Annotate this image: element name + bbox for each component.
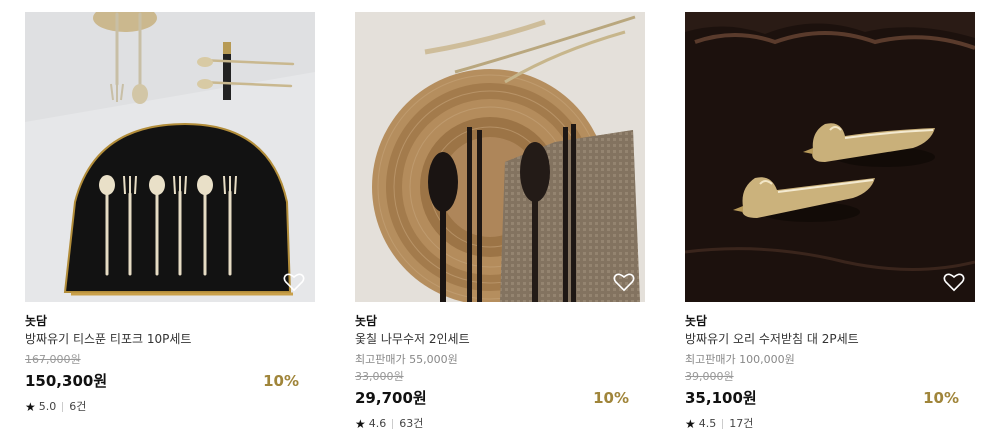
- divider: [392, 419, 394, 429]
- original-price: 167,000원: [25, 353, 81, 366]
- product-image[interactable]: [355, 12, 645, 302]
- product-image[interactable]: [685, 12, 975, 302]
- product-photo: [685, 12, 975, 302]
- product-photo: [25, 12, 315, 302]
- sale-price: 35,100원: [685, 389, 757, 407]
- original-price: 33,000원: [355, 370, 404, 383]
- star-icon: ★: [25, 400, 36, 414]
- review-count: 17건: [729, 417, 754, 430]
- product-photo: [355, 12, 645, 302]
- rating-value: 4.6: [368, 417, 387, 430]
- rating-value: 4.5: [698, 417, 717, 430]
- discount-rate: 10%: [263, 372, 299, 390]
- discount-rate: 10%: [923, 389, 959, 407]
- rating-summary: ★ 5.0 6건: [25, 400, 315, 414]
- product-name[interactable]: 방짜유기 오리 수저받침 대 2P세트: [685, 332, 975, 347]
- review-count: 6건: [69, 400, 87, 413]
- reference-price: 최고판매가 55,000원: [355, 353, 458, 366]
- heart-outline-icon[interactable]: [613, 272, 635, 292]
- product-name[interactable]: 방짜유기 티스푼 티포크 10P세트: [25, 332, 315, 347]
- divider: [62, 402, 64, 412]
- rating-summary: ★ 4.6 63건: [355, 417, 645, 431]
- product-card[interactable]: 놋담 방짜유기 오리 수저받침 대 2P세트 최고판매가 100,000원 39…: [685, 12, 975, 431]
- sale-price: 150,300원: [25, 372, 108, 390]
- brand-name: 놋담: [685, 314, 708, 328]
- review-count: 63건: [399, 417, 424, 430]
- reference-price: 최고판매가 100,000원: [685, 353, 795, 366]
- original-price: 39,000원: [685, 370, 734, 383]
- product-image[interactable]: [25, 12, 315, 302]
- product-card[interactable]: 놋담 옻칠 나무수저 2인세트 최고판매가 55,000원 33,000원 29…: [355, 12, 645, 431]
- heart-outline-icon[interactable]: [943, 272, 965, 292]
- star-icon: ★: [685, 417, 696, 431]
- divider: [722, 419, 724, 429]
- brand-name: 놋담: [25, 314, 48, 328]
- heart-outline-icon[interactable]: [283, 272, 305, 292]
- rating-summary: ★ 4.5 17건: [685, 417, 975, 431]
- discount-rate: 10%: [593, 389, 629, 407]
- sale-price: 29,700원: [355, 389, 427, 407]
- rating-value: 5.0: [38, 400, 57, 413]
- star-icon: ★: [355, 417, 366, 431]
- brand-name: 놋담: [355, 314, 378, 328]
- product-card[interactable]: 놋담 방짜유기 티스푼 티포크 10P세트 167,000원 150,300원 …: [25, 12, 315, 414]
- product-name[interactable]: 옻칠 나무수저 2인세트: [355, 332, 645, 347]
